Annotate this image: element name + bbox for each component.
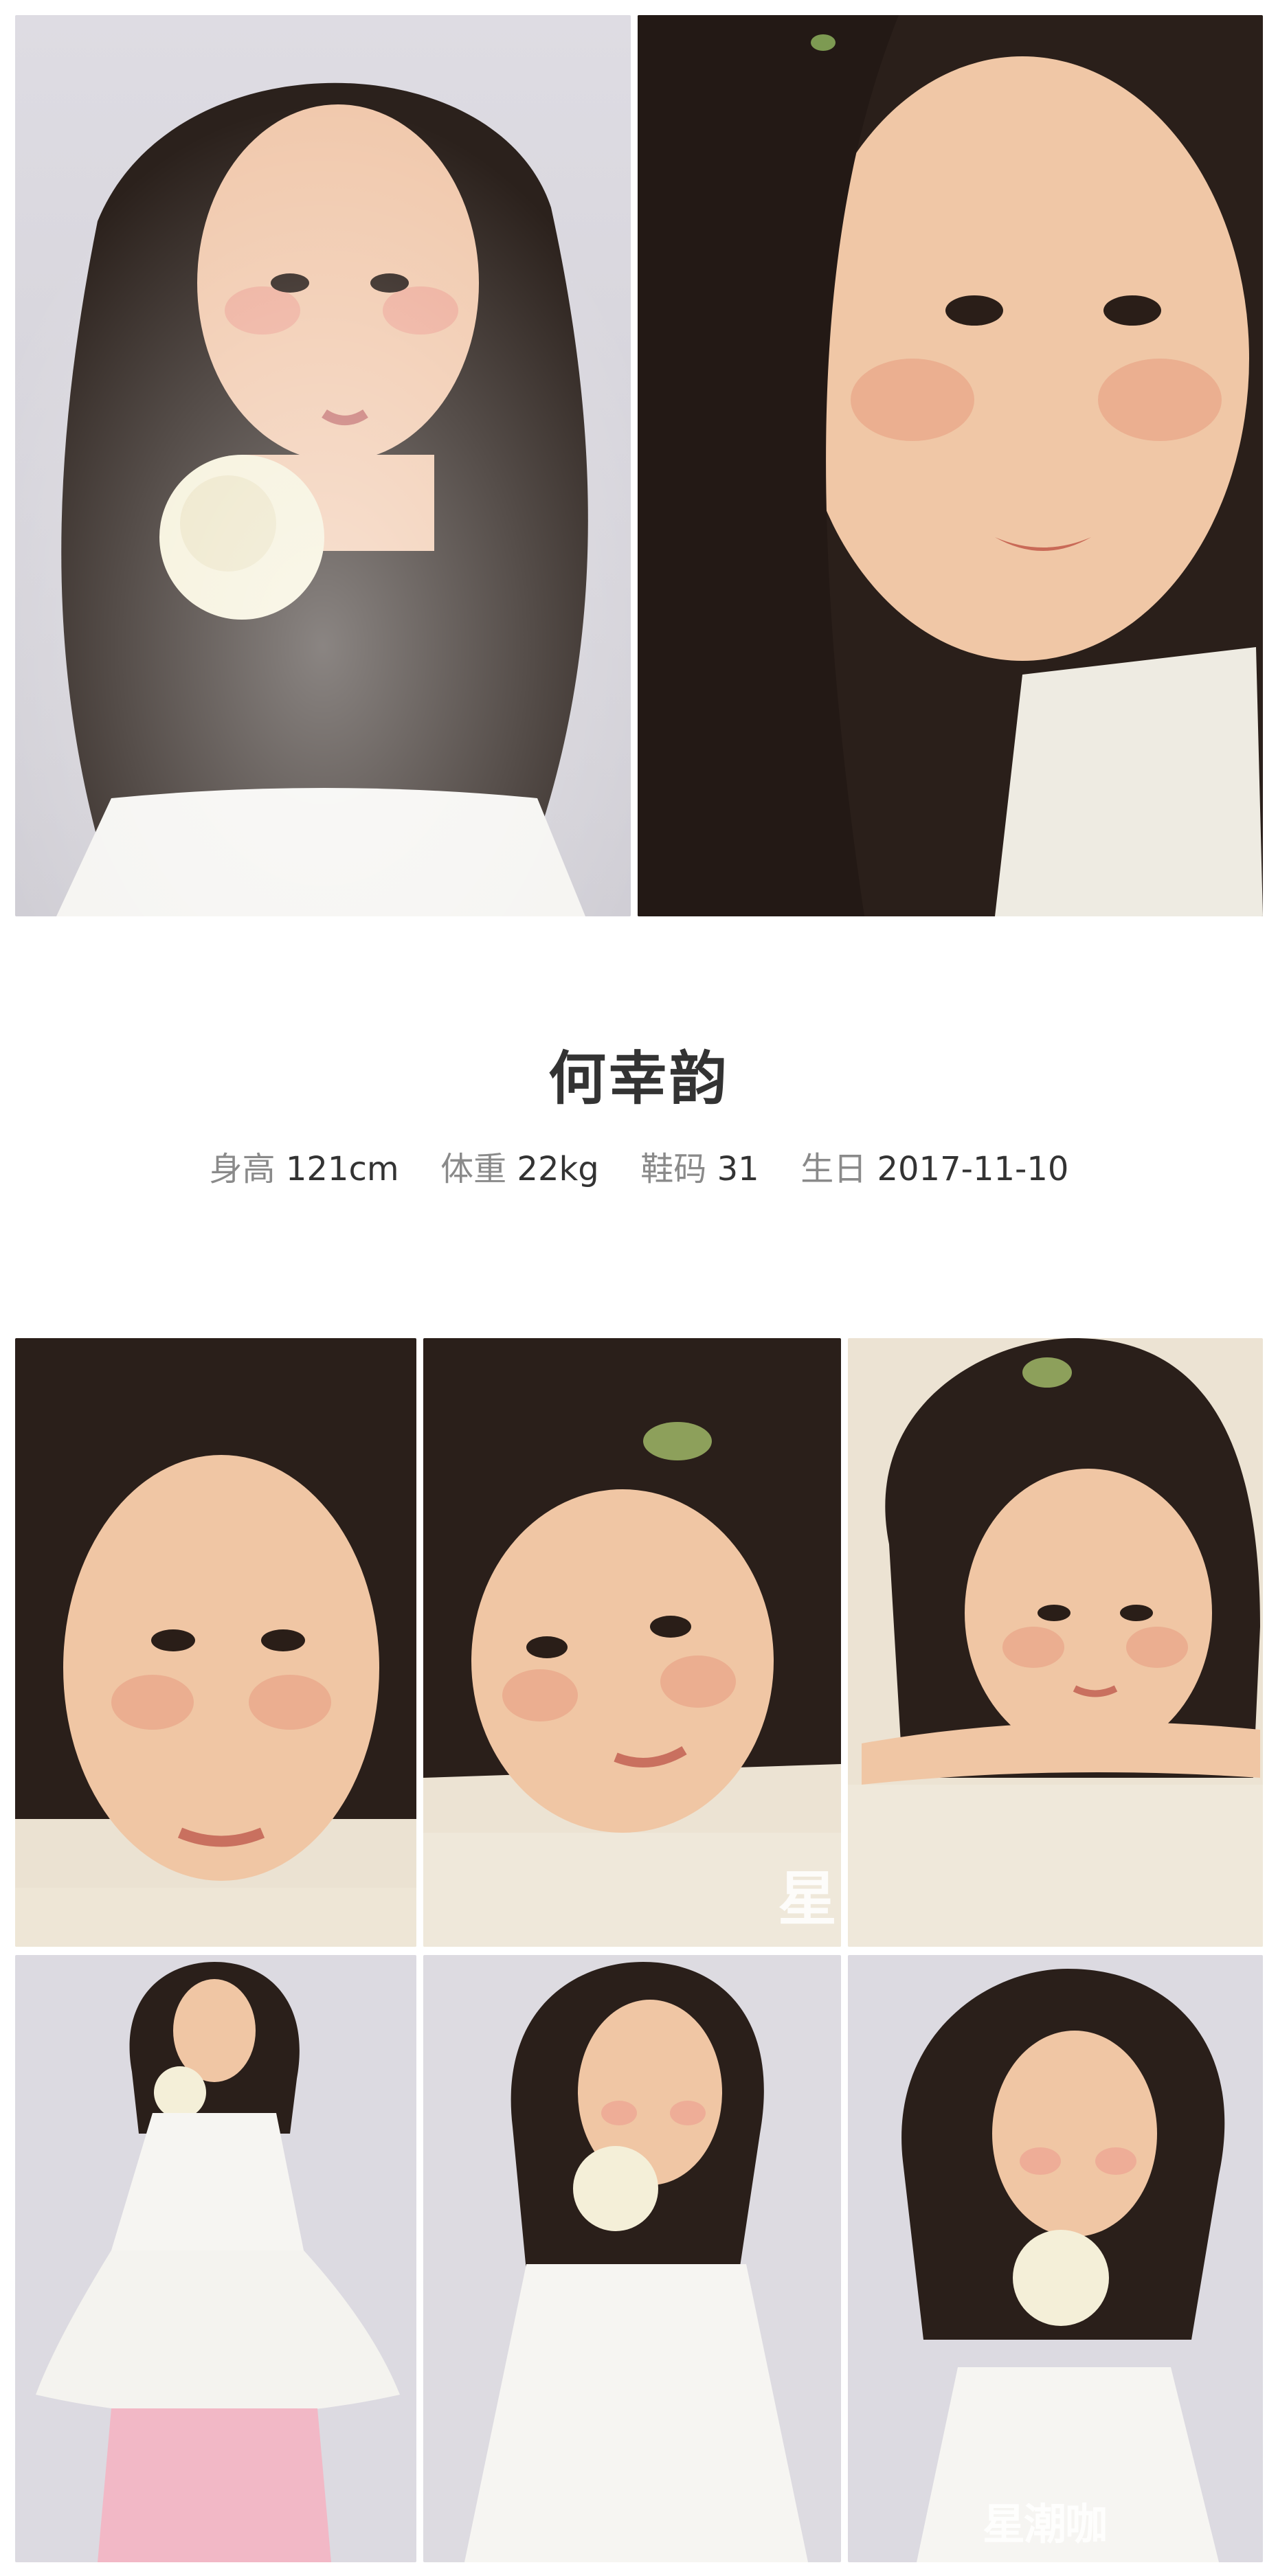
photo-fullbody-right[interactable] [848,1955,1263,2562]
shoe-size-label: 鞋码 [640,1150,707,1188]
birthday-label: 生日 [800,1150,867,1188]
closeup-center-image [423,1338,841,1947]
fullbody-left-image [15,1955,416,2562]
photo-fullbody-center[interactable] [423,1955,841,2562]
closeup-left-image [15,1338,416,1947]
fullbody-right-image [848,1955,1263,2562]
birthday-value: 2017-11-10 [877,1150,1069,1188]
shoe-size-value: 31 [717,1150,759,1188]
watermark-logo-bottom: 星潮咖 [983,2499,1108,2549]
weight-label: 体重 [440,1150,507,1188]
photo-closeup-center[interactable] [423,1338,841,1947]
profile-info: 何幸韵 身高 121cm 体重 22kg 鞋码 31 生日 2017-11-10 [0,1044,1278,1190]
portrait-image [15,15,631,916]
fullbody-center-image [423,1955,841,2562]
model-name: 何幸韵 [548,1045,730,1112]
photo-portrait-flower[interactable] [15,15,631,916]
weight-value: 22kg [517,1150,599,1188]
photo-closeup-face[interactable] [638,15,1263,916]
photo-fullbody-left[interactable] [15,1955,416,2562]
watermark-logo-middle: 星 [778,1865,837,1934]
photo-closeup-right[interactable] [848,1338,1263,1947]
height-value: 121cm [285,1150,399,1188]
closeup-right-image [848,1338,1263,1947]
closeup-image [638,15,1263,916]
height-label: 身高 [209,1150,276,1188]
model-stats: 身高 121cm 体重 22kg 鞋码 31 生日 2017-11-10 [0,1149,1278,1190]
photo-closeup-left[interactable] [15,1338,416,1947]
